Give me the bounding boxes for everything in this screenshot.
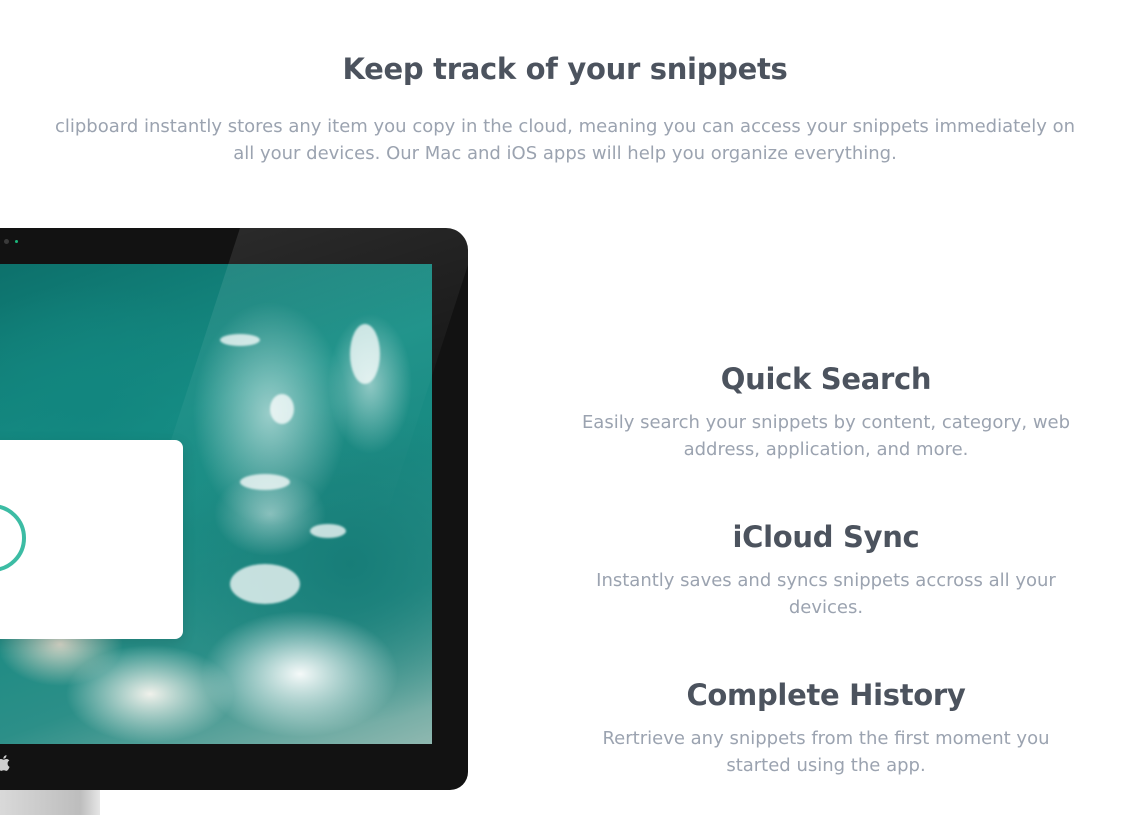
feature-quick-search: Quick Search Easily search your snippets… [540, 359, 1112, 463]
feature-title: Complete History [686, 678, 966, 712]
page-title: Keep track of your snippets [342, 52, 788, 86]
feature-title: iCloud Sync [732, 520, 920, 554]
feature-description: Instantly saves and syncs snippets accro… [596, 570, 1056, 618]
apple-icon [0, 755, 10, 771]
imac-illustration [0, 228, 468, 790]
feature-title: Quick Search [720, 362, 932, 396]
imac-stand [0, 790, 100, 815]
feature-description: Rertrieve any snippets from the first mo… [602, 728, 1050, 776]
camera-light-icon [15, 240, 18, 243]
check-circle-icon [0, 504, 26, 572]
feature-icloud-sync: iCloud Sync Instantly saves and syncs sn… [540, 517, 1112, 621]
page-intro: clipboard instantly stores any item you … [54, 116, 1076, 164]
feature-description: Easily search your snippets by content, … [581, 412, 1071, 460]
page: Keep track of your snippets clipboard in… [0, 0, 1126, 815]
camera-icon [4, 239, 9, 244]
feature-complete-history: Complete History Rertrieve any snippets … [540, 675, 1112, 779]
